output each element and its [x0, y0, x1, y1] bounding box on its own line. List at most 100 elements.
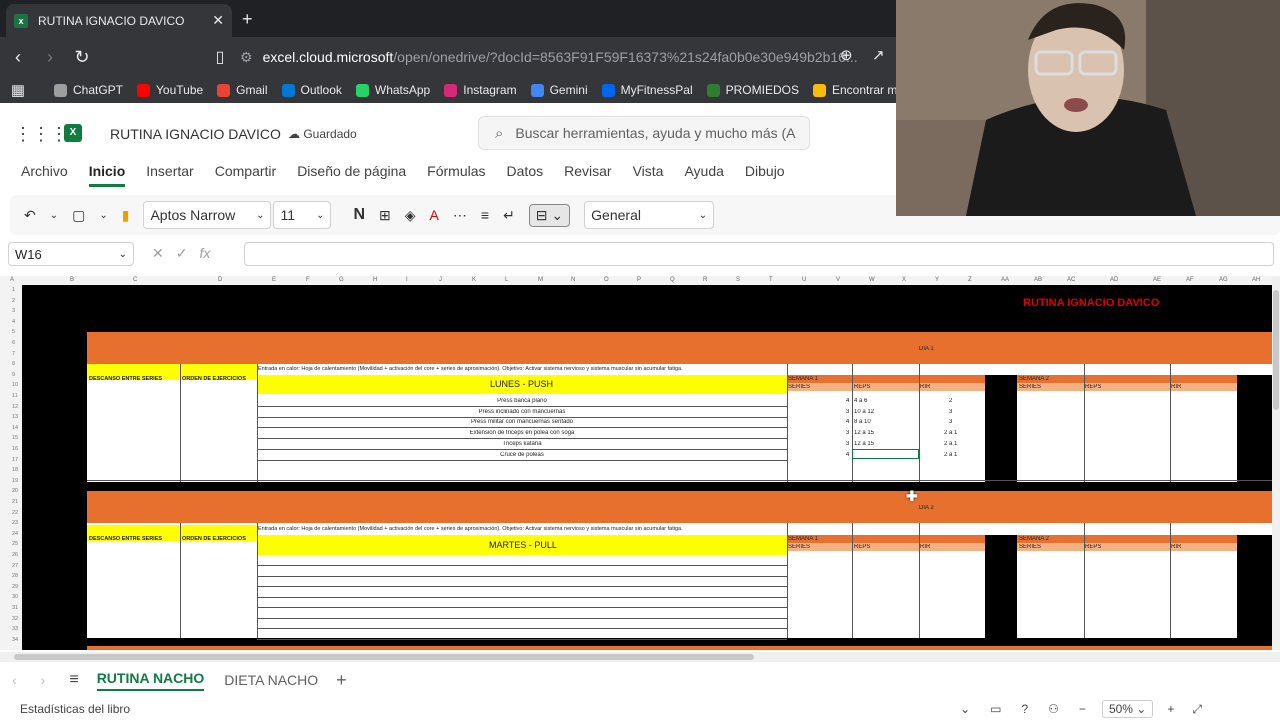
bookmark-item[interactable]: Outlook — [281, 83, 342, 97]
cancel-icon[interactable]: ✕ — [152, 245, 176, 261]
exercise-name[interactable]: Press inclinado con mancuernas — [257, 409, 787, 415]
ribbon-tab[interactable]: Fórmulas — [427, 163, 485, 187]
column-header[interactable]: AB — [1034, 277, 1042, 283]
exercise-rir[interactable]: 2 a 1 — [944, 441, 957, 447]
column-header[interactable]: X — [902, 277, 906, 283]
column-header[interactable]: D — [218, 277, 222, 283]
exercise-name[interactable]: Press militar con mancuernas sentado — [257, 419, 787, 425]
share-icon[interactable]: ↗ — [872, 46, 885, 64]
row-header[interactable]: 16 — [12, 446, 18, 452]
exercise-rir[interactable]: 2 a 1 — [944, 452, 957, 458]
search-input[interactable]: ⌕ Buscar herramientas, ayuda y mucho más… — [478, 116, 810, 150]
row-header[interactable]: 9 — [12, 372, 15, 378]
row-header[interactable]: 27 — [12, 563, 18, 569]
column-header[interactable]: I — [406, 277, 408, 283]
display-settings-icon[interactable]: ▭ — [990, 702, 1001, 716]
ribbon-tab[interactable]: Diseño de página — [297, 163, 406, 187]
column-header[interactable]: AD — [1110, 277, 1118, 283]
help-icon[interactable]: ? — [1021, 702, 1028, 716]
forward-icon[interactable]: › — [36, 47, 64, 68]
column-header[interactable]: W — [869, 277, 875, 283]
add-sheet-icon[interactable]: + — [336, 670, 347, 691]
column-header[interactable]: O — [604, 277, 609, 283]
ribbon-tab[interactable]: Datos — [507, 163, 544, 187]
row-header[interactable]: 31 — [12, 605, 18, 611]
row-header[interactable]: 2 — [12, 298, 15, 304]
document-name[interactable]: RUTINA IGNACIO DAVICO — [110, 126, 281, 142]
column-header[interactable]: U — [802, 277, 806, 283]
row-header[interactable]: 12 — [12, 404, 18, 410]
address-bar[interactable]: ⚙ excel.cloud.microsoft/open/onedrive/?d… — [240, 46, 858, 68]
bookmark-item[interactable]: Gemini — [530, 83, 588, 97]
row-header[interactable]: 4 — [12, 319, 15, 325]
exercise-name[interactable]: Press banca plano — [257, 398, 787, 404]
confirm-icon[interactable]: ✓ — [176, 245, 200, 261]
apps-icon[interactable]: ▦ — [0, 81, 36, 99]
bookmark-item[interactable]: ChatGPT — [54, 83, 123, 97]
row-header[interactable]: 20 — [12, 488, 18, 494]
column-header[interactable]: E — [272, 277, 276, 283]
column-header[interactable]: A — [10, 277, 14, 283]
column-header[interactable]: Q — [670, 277, 675, 283]
exercise-reps[interactable]: 12 a 15 — [854, 430, 874, 436]
row-header[interactable]: 7 — [12, 351, 15, 357]
fullscreen-icon[interactable]: ⤢ — [1192, 702, 1202, 717]
bold-button[interactable]: N — [353, 206, 365, 224]
site-info-icon[interactable]: ⚙ — [240, 49, 253, 66]
column-header[interactable]: T — [769, 277, 773, 283]
ribbon-tab[interactable]: Vista — [633, 163, 664, 187]
column-header[interactable]: F — [306, 277, 310, 283]
bookmark-item[interactable]: YouTube — [137, 83, 203, 97]
borders-icon[interactable]: ⊞ — [379, 207, 391, 224]
row-header[interactable]: 30 — [12, 594, 18, 600]
number-format-select[interactable]: General ⌄ — [584, 201, 715, 229]
exercise-rir[interactable]: 2 — [949, 398, 952, 404]
font-name-select[interactable]: Aptos Narrow ⌄ — [143, 201, 272, 229]
column-header[interactable]: M — [538, 277, 543, 283]
next-sheet-icon[interactable]: › — [41, 672, 46, 688]
row-header[interactable]: 8 — [12, 361, 15, 367]
reload-icon[interactable]: ↻ — [68, 47, 96, 68]
ribbon-tab[interactable]: Archivo — [21, 163, 68, 187]
bookmark-icon[interactable]: ▯ — [206, 47, 234, 67]
sheet-tab-dieta[interactable]: DIETA NACHO — [224, 672, 318, 688]
tab-close-icon[interactable]: ✕ — [212, 12, 224, 29]
column-header[interactable]: B — [70, 277, 74, 283]
feedback-icon[interactable]: ⚇ — [1048, 702, 1059, 716]
row-header[interactable]: 29 — [12, 584, 18, 590]
column-header[interactable]: AE — [1153, 277, 1161, 283]
zoom-in-icon[interactable]: + — [1167, 702, 1174, 716]
exercise-reps[interactable]: 12 a 15 — [854, 441, 874, 447]
column-header[interactable]: J — [439, 277, 442, 283]
exercise-name[interactable]: Cruce de poleas — [257, 452, 787, 458]
row-header[interactable]: 1 — [12, 287, 15, 293]
row-header[interactable]: 14 — [12, 425, 18, 431]
exercise-reps[interactable]: 10 a 12 — [854, 409, 874, 415]
exercise-rir[interactable]: 3 — [949, 419, 952, 425]
back-icon[interactable]: ‹ — [4, 47, 32, 68]
undo-dropdown-icon[interactable]: ⌄ — [50, 210, 58, 221]
row-header[interactable]: 18 — [12, 467, 18, 473]
row-header[interactable]: 17 — [12, 457, 18, 463]
zoom-icon[interactable]: ⊕ — [840, 46, 853, 64]
browser-tab[interactable]: x RUTINA IGNACIO DAVICO ✕ — [6, 4, 232, 37]
row-header[interactable]: 26 — [12, 552, 18, 558]
zoom-out-icon[interactable]: − — [1079, 702, 1086, 716]
exercise-rir[interactable]: 3 — [949, 409, 952, 415]
row-header[interactable]: 21 — [12, 499, 18, 505]
ribbon-tab[interactable]: Dibujo — [745, 163, 785, 187]
column-header[interactable]: Y — [935, 277, 939, 283]
ribbon-tab[interactable]: Insertar — [146, 163, 193, 187]
formula-input[interactable] — [244, 242, 1274, 266]
row-header[interactable]: 15 — [12, 435, 18, 441]
row-header[interactable]: 11 — [12, 393, 18, 399]
selected-cell[interactable] — [852, 449, 919, 459]
merge-icon[interactable]: ⊟ ⌄ — [528, 203, 571, 227]
column-header[interactable]: H — [373, 277, 377, 283]
exercise-name[interactable]: Extension de triceps en polea con soga — [257, 430, 787, 436]
fill-color-icon[interactable]: ◈ — [405, 207, 416, 224]
row-header[interactable]: 32 — [12, 616, 18, 622]
row-header[interactable]: 19 — [12, 478, 18, 484]
horizontal-scroll-thumb[interactable] — [14, 654, 754, 660]
vertical-scroll-thumb[interactable] — [1273, 290, 1279, 410]
